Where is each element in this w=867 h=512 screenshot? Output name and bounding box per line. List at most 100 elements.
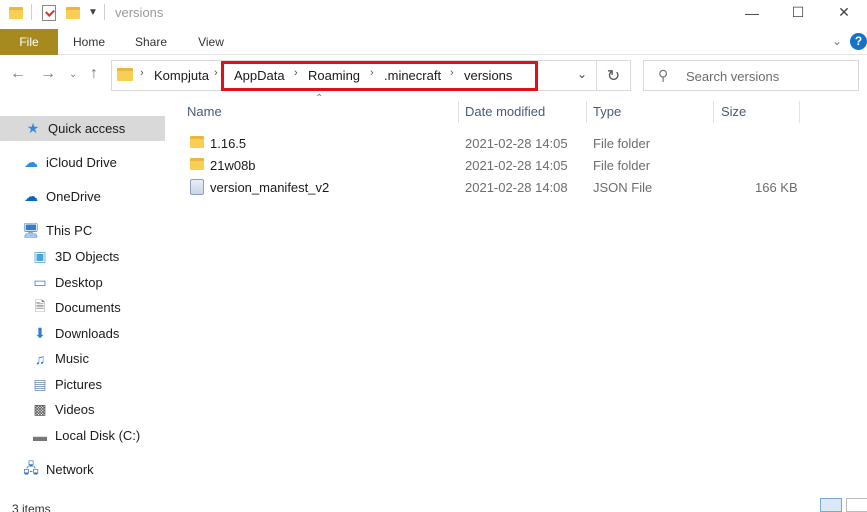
title-bar: ▼ versions — ☐ ✕ — [0, 0, 867, 25]
network-icon: 🖧 — [23, 459, 39, 476]
nav-item-label: Desktop — [55, 275, 103, 290]
maximize-button[interactable]: ☐ — [775, 0, 821, 25]
nav-item-label: Music — [55, 351, 89, 366]
new-folder-icon[interactable] — [66, 4, 80, 21]
large-icons-view-icon[interactable] — [846, 498, 867, 512]
search-icon: ⚲ — [658, 67, 669, 83]
desktop-icon: ▭ — [33, 274, 47, 290]
file-row[interactable]: 21w08b 2021-02-28 14:05 File folder — [185, 155, 805, 177]
refresh-icon: ↻ — [606, 67, 621, 85]
tab-share[interactable]: Share — [124, 29, 178, 55]
navigation-pane: ★ Quick access ☁ iCloud Drive ☁ OneDrive… — [0, 100, 166, 498]
divider — [104, 4, 105, 20]
drive-icon: ▬ — [33, 427, 47, 444]
nav-item-local-disk[interactable]: ▬ Local Disk (C:) — [0, 423, 165, 448]
document-icon: 🗎 — [34, 297, 46, 314]
chevron-right-icon[interactable]: › — [214, 67, 218, 79]
nav-item-icloud-drive[interactable]: ☁ iCloud Drive — [0, 150, 165, 175]
window-title: versions — [115, 5, 164, 20]
file-name: 21w08b — [210, 158, 256, 173]
nav-item-label: 3D Objects — [55, 249, 120, 264]
help-icon[interactable]: ? — [850, 33, 867, 50]
nav-item-onedrive[interactable]: ☁ OneDrive — [0, 184, 165, 209]
folder-icon — [190, 136, 204, 151]
file-type: File folder — [593, 136, 651, 151]
nav-item-label: Documents — [55, 300, 121, 315]
star-icon: ★ — [26, 120, 40, 136]
file-type: File folder — [593, 158, 651, 173]
column-divider[interactable] — [458, 101, 459, 123]
chevron-right-icon[interactable]: › — [140, 67, 144, 79]
divider — [31, 4, 32, 20]
download-icon: ⬇ — [34, 325, 46, 341]
column-header-date[interactable]: Date modified — [465, 101, 545, 123]
file-type: JSON File — [593, 180, 653, 195]
nav-item-quick-access[interactable]: ★ Quick access — [0, 116, 165, 141]
nav-item-label: Videos — [55, 402, 95, 417]
column-header-size[interactable]: Size — [721, 101, 746, 123]
nav-item-label: iCloud Drive — [46, 155, 117, 170]
column-divider[interactable] — [586, 101, 587, 123]
ribbon: File Home Share View ⌄ ? — [0, 29, 867, 55]
properties-icon[interactable] — [42, 4, 56, 21]
nav-item-desktop[interactable]: ▭ Desktop — [0, 270, 165, 295]
up-icon[interactable]: ↑ — [90, 65, 98, 83]
close-button[interactable]: ✕ — [821, 0, 867, 25]
recent-locations-icon[interactable]: ⌄ — [69, 69, 77, 80]
json-file-icon — [190, 179, 204, 198]
nav-item-label: Network — [46, 462, 94, 477]
address-highlight-box — [221, 61, 538, 91]
folder-icon — [190, 158, 204, 173]
minimize-button[interactable]: — — [729, 0, 775, 25]
nav-item-downloads[interactable]: ⬇ Downloads — [0, 321, 165, 346]
cube-icon: ▣ — [33, 248, 47, 264]
column-header-name[interactable]: Name — [187, 101, 222, 123]
column-header-type[interactable]: Type — [593, 101, 621, 123]
file-row[interactable]: version_manifest_v2 2021-02-28 14:08 JSO… — [185, 177, 805, 199]
search-input[interactable] — [686, 67, 851, 85]
refresh-button[interactable]: ↻ — [597, 60, 631, 91]
expand-ribbon-icon[interactable]: ⌄ — [832, 34, 842, 48]
nav-item-this-pc[interactable]: 🖥 This PC — [0, 218, 165, 243]
nav-item-music[interactable]: ♫ Music — [0, 346, 165, 371]
tab-view[interactable]: View — [186, 29, 236, 55]
nav-item-label: This PC — [46, 223, 93, 238]
picture-icon: ▤ — [33, 376, 47, 392]
search-box[interactable]: ⚲ — [643, 60, 859, 91]
music-icon: ♫ — [34, 350, 46, 367]
nav-item-label: Local Disk (C:) — [55, 428, 141, 443]
tab-home[interactable]: Home — [63, 29, 115, 55]
folder-icon — [117, 68, 133, 84]
file-date: 2021-02-28 14:05 — [465, 136, 568, 151]
sort-ascending-icon: ⌃ — [315, 93, 324, 104]
column-divider[interactable] — [799, 101, 800, 123]
nav-item-pictures[interactable]: ▤ Pictures — [0, 372, 165, 397]
file-date: 2021-02-28 14:05 — [465, 158, 568, 173]
file-date: 2021-02-28 14:08 — [465, 180, 568, 195]
column-divider[interactable] — [713, 101, 714, 123]
details-view-icon[interactable] — [820, 498, 842, 512]
nav-item-network[interactable]: 🖧 Network — [0, 457, 165, 482]
file-row[interactable]: 1.16.5 2021-02-28 14:05 File folder — [185, 133, 805, 155]
file-size: 166 KB — [755, 180, 798, 195]
nav-item-3d-objects[interactable]: ▣ 3D Objects — [0, 244, 165, 269]
file-name: version_manifest_v2 — [210, 180, 330, 195]
onedrive-icon: ☁ — [24, 188, 38, 204]
nav-item-label: Downloads — [55, 326, 120, 341]
customize-toolbar-icon[interactable]: ▼ — [88, 4, 98, 21]
nav-item-documents[interactable]: 🗎 Documents — [0, 295, 165, 320]
computer-icon: 🖥 — [22, 222, 40, 238]
back-icon[interactable]: ← — [10, 65, 26, 83]
tab-file[interactable]: File — [0, 29, 58, 55]
nav-item-label: Quick access — [48, 121, 126, 136]
film-icon: ▩ — [33, 401, 47, 417]
address-dropdown-icon[interactable]: ⌄ — [577, 67, 587, 81]
status-item-count: 3 items — [12, 502, 51, 512]
icloud-icon: ☁ — [24, 154, 38, 170]
nav-item-label: Pictures — [55, 377, 102, 392]
nav-item-videos[interactable]: ▩ Videos — [0, 397, 165, 422]
folder-icon — [9, 4, 23, 21]
breadcrumb-kompjuta[interactable]: Kompjuta — [154, 68, 209, 83]
file-name: 1.16.5 — [210, 136, 247, 151]
forward-icon[interactable]: → — [40, 65, 56, 83]
